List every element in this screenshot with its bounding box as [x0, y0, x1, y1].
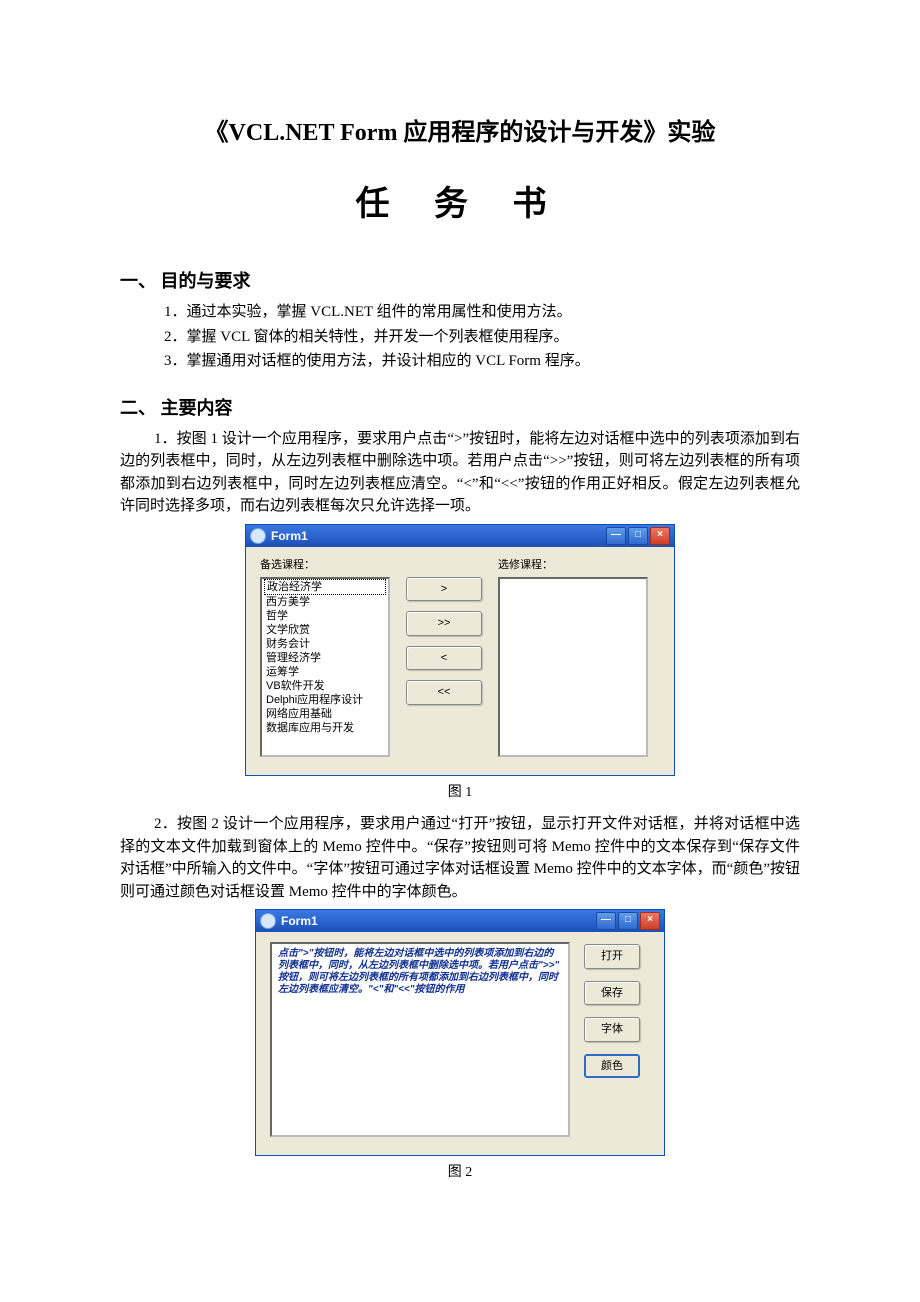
maximize-button[interactable]: □: [618, 912, 638, 930]
memo-textarea[interactable]: 点击">"按钮时，能将左边对话框中选中的列表项添加到右边的 列表框中，同时，从左…: [270, 942, 570, 1137]
figure-1-caption: 图 1: [120, 782, 800, 803]
list-item[interactable]: 网络应用基础: [262, 707, 388, 721]
save-button[interactable]: 保存: [584, 981, 640, 1006]
listbox-available[interactable]: 政治经济学 西方美学 哲学 文学欣赏 财务会计 管理经济学 运筹学 VB软件开发…: [260, 577, 390, 757]
figure-1-window: Form1 — □ × 备选课程： 政治经济学 西方美学 哲学 文学欣赏 财务会…: [245, 524, 675, 777]
right-column: 选修课程：: [498, 557, 648, 758]
app-icon: [250, 528, 266, 544]
section-1-item-1: 1．通过本实验，掌握 VCL.NET 组件的常用属性和使用方法。: [120, 301, 800, 324]
memo-line: 点击">"按钮时，能将左边对话框中选中的列表项添加到右边的: [278, 948, 562, 960]
action-buttons: 打开 保存 字体 颜色: [584, 944, 640, 1137]
list-item[interactable]: 政治经济学: [264, 579, 386, 595]
listbox-selected[interactable]: [498, 577, 648, 757]
move-left-button[interactable]: <: [406, 646, 482, 671]
list-item[interactable]: VB软件开发: [262, 679, 388, 693]
open-button[interactable]: 打开: [584, 944, 640, 969]
memo-line: 左边列表框应清空。"<"和"<<"按钮的作用: [278, 984, 562, 996]
left-column: 备选课程： 政治经济学 西方美学 哲学 文学欣赏 财务会计 管理经济学 运筹学 …: [260, 557, 390, 758]
document-page: 《VCL.NET Form 应用程序的设计与开发》实验 任 务 书 一、 目的与…: [0, 0, 920, 1302]
list-item[interactable]: 西方美学: [262, 595, 388, 609]
section-1-item-2: 2．掌握 VCL 窗体的相关特性，并开发一个列表框使用程序。: [120, 326, 800, 349]
section-1-head: 一、 目的与要求: [120, 268, 800, 295]
list-item[interactable]: 数据库应用与开发: [262, 721, 388, 735]
window-title: Form1: [271, 527, 606, 545]
move-all-left-button[interactable]: <<: [406, 680, 482, 705]
label-selected-courses: 选修课程：: [498, 557, 648, 574]
close-button[interactable]: ×: [640, 912, 660, 930]
figure-2-window: Form1 — □ × 点击">"按钮时，能将左边对话框中选中的列表项添加到右边…: [255, 909, 665, 1156]
transfer-buttons: > >> < <<: [406, 577, 482, 758]
list-item[interactable]: 文学欣赏: [262, 623, 388, 637]
list-item[interactable]: 哲学: [262, 609, 388, 623]
move-right-button[interactable]: >: [406, 577, 482, 602]
font-button[interactable]: 字体: [584, 1017, 640, 1042]
section-1-item-3: 3．掌握通用对话框的使用方法，并设计相应的 VCL Form 程序。: [120, 350, 800, 373]
section-2-para-1: 1．按图 1 设计一个应用程序，要求用户点击“>”按钮时，能将左边对话框中选中的…: [120, 428, 800, 518]
page-title: 《VCL.NET Form 应用程序的设计与开发》实验: [120, 115, 800, 151]
section-2-head: 二、 主要内容: [120, 395, 800, 422]
section-2-para-2: 2．按图 2 设计一个应用程序，要求用户通过“打开”按钮，显示打开文件对话框，并…: [120, 813, 800, 903]
memo-line: 按钮，则可将左边列表框的所有项都添加到右边列表框中，同时: [278, 972, 562, 984]
list-item[interactable]: 管理经济学: [262, 651, 388, 665]
list-item[interactable]: Delphi应用程序设计: [262, 693, 388, 707]
titlebar[interactable]: Form1 — □ ×: [256, 910, 664, 932]
minimize-button[interactable]: —: [596, 912, 616, 930]
figure-2-caption: 图 2: [120, 1162, 800, 1183]
memo-line: 列表框中，同时，从左边列表框中删除选中项。若用户点击">>": [278, 960, 562, 972]
label-available-courses: 备选课程：: [260, 557, 390, 574]
app-icon: [260, 913, 276, 929]
list-item[interactable]: 财务会计: [262, 637, 388, 651]
move-all-right-button[interactable]: >>: [406, 611, 482, 636]
list-item[interactable]: 运筹学: [262, 665, 388, 679]
window-title: Form1: [281, 912, 596, 930]
close-button[interactable]: ×: [650, 527, 670, 545]
titlebar[interactable]: Form1 — □ ×: [246, 525, 674, 547]
page-subtitle: 任 务 书: [120, 179, 800, 230]
maximize-button[interactable]: □: [628, 527, 648, 545]
color-button[interactable]: 颜色: [584, 1054, 640, 1079]
minimize-button[interactable]: —: [606, 527, 626, 545]
